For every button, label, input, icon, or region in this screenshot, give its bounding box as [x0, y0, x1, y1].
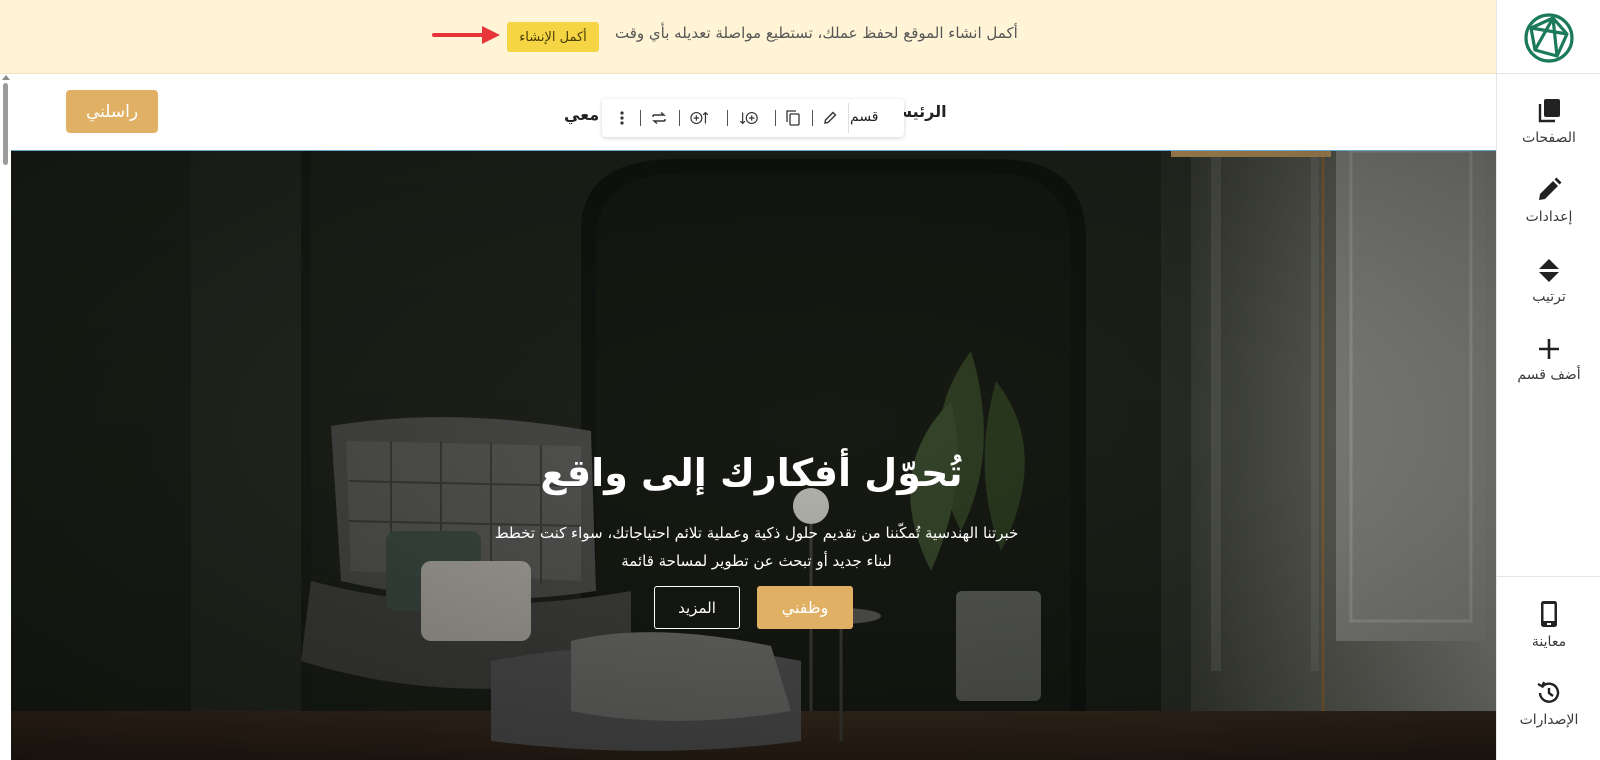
sidebar-item-label: إعدادات: [1525, 209, 1573, 225]
history-icon: [1497, 680, 1600, 706]
toolbar-separator: [812, 110, 813, 126]
hero-description: خبرتنا الهندسية تُمكّننا من تقديم حلول ذ…: [494, 524, 1019, 570]
pages-icon: [1497, 98, 1600, 124]
arrow-right-icon: [432, 25, 502, 49]
plus-icon: [1497, 337, 1600, 361]
toolbar-separator: [640, 110, 641, 126]
pencil-icon: [1497, 177, 1600, 203]
vertical-scrollbar[interactable]: [3, 83, 8, 165]
toolbar-separator: [775, 110, 776, 126]
add-below-icon[interactable]: [739, 108, 759, 128]
toolbar-separator: [727, 110, 728, 126]
toolbar-separator: [679, 110, 680, 126]
sidebar-item-preview[interactable]: معاينة: [1497, 600, 1600, 672]
sort-icon: [1497, 257, 1600, 283]
notice-text: أكمل انشاء الموقع لحفظ عملك، تستطيع مواص…: [615, 24, 1018, 42]
hire-me-button[interactable]: وظفني: [757, 586, 853, 629]
toolbar-separator: [848, 103, 849, 133]
sidebar-item-label: الإصدارات: [1519, 712, 1579, 728]
sidebar-item-sort[interactable]: ترتيب: [1497, 257, 1600, 329]
section-label: قسم: [850, 109, 879, 125]
sidebar-item-versions[interactable]: الإصدارات: [1497, 680, 1600, 752]
logo-icon[interactable]: [1523, 12, 1575, 64]
sidebar-item-label: أضف قسم: [1517, 367, 1581, 383]
sidebar-item-settings[interactable]: إعدادات: [1497, 177, 1600, 249]
complete-creation-button[interactable]: أكمل الإنشاء: [507, 22, 599, 52]
notice-bar: أكمل انشاء الموقع لحفظ عملك، تستطيع مواص…: [0, 0, 1496, 74]
sidebar-item-label: ترتيب: [1532, 289, 1566, 305]
duplicate-icon[interactable]: [783, 108, 803, 128]
edit-icon[interactable]: [820, 108, 840, 128]
sidebar-divider: [1497, 73, 1600, 74]
nav-link-about[interactable]: معي: [564, 105, 599, 124]
editor-canvas: راسلني الرئيس معي قسم تُحوّل أفكارك إلى …: [0, 75, 1496, 760]
sidebar-item-label: الصفحات: [1522, 130, 1576, 146]
mobile-icon: [1497, 600, 1600, 628]
more-icon[interactable]: [612, 108, 632, 128]
scroll-up-arrow[interactable]: [2, 75, 10, 80]
more-button[interactable]: المزيد: [654, 586, 740, 629]
editor-sidebar: الصفحات إعدادات ترتيب أضف قسم معاينة الإ…: [1496, 0, 1600, 760]
add-above-icon[interactable]: [690, 108, 710, 128]
contact-button[interactable]: راسلني: [66, 90, 158, 133]
hero-section[interactable]: تُحوّل أفكارك إلى واقع خبرتنا الهندسية ت…: [11, 150, 1496, 760]
section-toolbar: قسم: [602, 99, 904, 137]
sidebar-item-label: معاينة: [1531, 634, 1567, 650]
swap-icon[interactable]: [649, 108, 669, 128]
sidebar-divider: [1497, 576, 1600, 577]
sidebar-item-add-section[interactable]: أضف قسم: [1497, 337, 1600, 409]
sidebar-item-pages[interactable]: الصفحات: [1497, 98, 1600, 170]
hero-title: تُحوّل أفكارك إلى واقع: [540, 451, 963, 495]
